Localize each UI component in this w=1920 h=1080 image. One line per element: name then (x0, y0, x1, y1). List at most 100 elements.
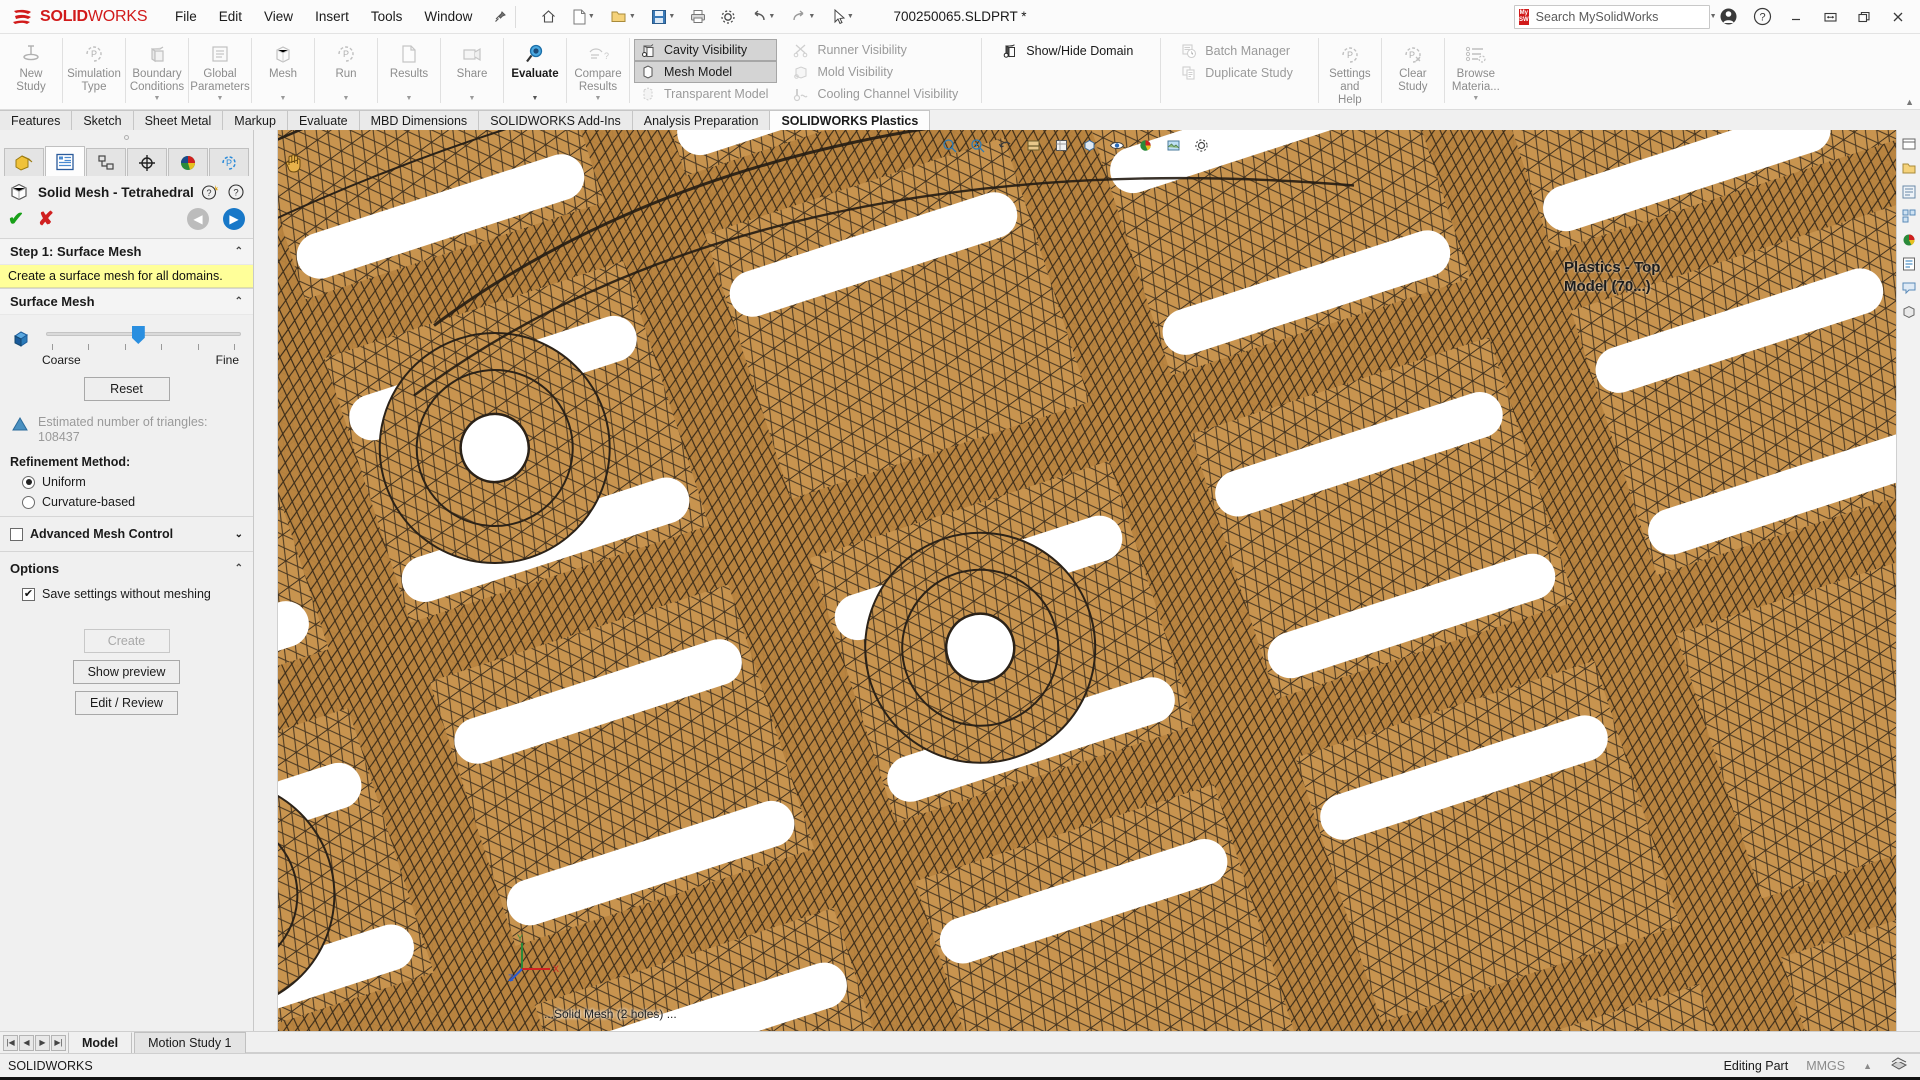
new-document-caret[interactable]: ▼ (588, 13, 595, 20)
feature-manager-tab[interactable] (4, 148, 44, 176)
evaluate-caret-icon[interactable]: ▼ (532, 95, 539, 102)
tab-solidworks-plastics[interactable]: SOLIDWORKS Plastics (769, 110, 931, 130)
radio-uniform[interactable] (22, 475, 35, 489)
edit-review-button[interactable]: Edit / Review (75, 691, 178, 715)
mold-visibility-item[interactable]: Mold Visibility (787, 61, 967, 83)
duplicate-study-item[interactable]: Duplicate Study (1175, 62, 1302, 84)
tab-evaluate[interactable]: Evaluate (286, 110, 360, 130)
cancel-button[interactable]: ✘ (38, 210, 54, 229)
hide-show-items-icon[interactable] (1105, 134, 1129, 156)
cavity-visibility-item[interactable]: Cavity Visibility (634, 38, 778, 61)
refinement-curvature-row[interactable]: Curvature-based (0, 492, 253, 512)
nav-first-button[interactable]: |◀ (3, 1034, 18, 1051)
save-settings-row[interactable]: ✔ Save settings without meshing (0, 581, 253, 607)
global-parameters-caret-icon[interactable]: ▼ (217, 95, 224, 102)
whats-new-help-icon[interactable]: ? (201, 183, 219, 201)
show-hide-domain-item[interactable]: Show/Hide Domain (996, 40, 1142, 62)
panel-resize-handle[interactable] (0, 130, 253, 144)
restore-button[interactable] (1814, 3, 1846, 31)
property-manager-tab[interactable] (45, 146, 85, 176)
file-explorer-icon[interactable] (1899, 182, 1919, 202)
ribbon-share[interactable]: Share ▼ (441, 34, 503, 109)
create-button[interactable]: Create (83, 629, 170, 653)
help-question-icon[interactable]: ? (227, 183, 245, 201)
next-step-button[interactable]: ▶ (223, 208, 245, 230)
print-icon[interactable] (684, 4, 712, 30)
redo-caret[interactable]: ▼ (808, 13, 815, 20)
zoom-to-fit-icon[interactable] (937, 134, 961, 156)
select-arrow-icon[interactable]: ▼ (824, 4, 862, 30)
view-settings-icon[interactable] (1189, 134, 1213, 156)
section-step-1-chevron-icon[interactable]: ⌃ (235, 246, 243, 257)
menu-edit[interactable]: Edit (208, 4, 253, 29)
runner-visibility-item[interactable]: Runner Visibility (787, 39, 967, 61)
tab-mbd-dimensions[interactable]: MBD Dimensions (358, 110, 480, 130)
apply-scene-icon[interactable] (1161, 134, 1185, 156)
dimxpert-manager-tab[interactable] (127, 148, 167, 176)
tab-sheet-metal[interactable]: Sheet Metal (132, 110, 224, 130)
open-document-caret[interactable]: ▼ (629, 13, 636, 20)
ribbon-new-study[interactable]: New Study (0, 34, 62, 109)
menu-tools[interactable]: Tools (360, 4, 414, 29)
section-options[interactable]: Options ⌃ (0, 556, 253, 581)
graphics-viewport[interactable]: ▶ Plastics - Top Model (70...) (254, 130, 1896, 1031)
mesh-caret-icon[interactable]: ▼ (280, 95, 287, 102)
select-caret[interactable]: ▼ (847, 13, 854, 20)
ribbon-boundary-conditions[interactable]: Boundary Conditions ▼ (126, 34, 188, 109)
save-caret[interactable]: ▼ (668, 13, 675, 20)
advanced-mesh-control-chevron-icon[interactable]: ⌄ (235, 529, 243, 540)
undo-icon[interactable]: ▼ (744, 4, 782, 30)
previous-step-button[interactable]: ◀ (187, 208, 209, 230)
ribbon-global-parameters[interactable]: Global Parameters ▼ (189, 34, 251, 109)
previous-view-icon[interactable] (993, 134, 1017, 156)
nav-last-button[interactable]: ▶| (51, 1034, 66, 1051)
browse-material-caret-icon[interactable]: ▼ (1472, 95, 1479, 102)
search-box[interactable]: My SW ▼ (1514, 4, 1717, 29)
ribbon-mesh[interactable]: Mesh ▼ (252, 34, 314, 109)
custom-properties-icon[interactable] (1899, 254, 1919, 274)
close-button[interactable] (1882, 3, 1914, 31)
ribbon-clear-study[interactable]: P Clear Study (1382, 34, 1444, 109)
plastics-manager-tab[interactable]: P (209, 148, 249, 176)
ribbon-run[interactable]: P Run ▼ (315, 34, 377, 109)
design-library-icon[interactable] (1899, 158, 1919, 178)
section-surface-mesh[interactable]: Surface Mesh ⌃ (0, 288, 253, 315)
view-orientation-icon[interactable] (1049, 134, 1073, 156)
menu-view[interactable]: View (253, 4, 304, 29)
slider-thumb[interactable] (131, 326, 145, 344)
confirm-ok-button[interactable]: ✔ (8, 210, 24, 229)
redo-icon[interactable]: ▼ (784, 4, 822, 30)
minimize-button[interactable] (1780, 3, 1812, 31)
user-account-icon[interactable] (1712, 3, 1744, 31)
results-caret-icon[interactable]: ▼ (406, 95, 413, 102)
ribbon-settings-and-help[interactable]: P Settings and Help (1319, 34, 1381, 109)
pan-hand-icon[interactable] (282, 152, 304, 179)
radio-curvature-based[interactable] (22, 495, 35, 509)
checkbox-save-settings[interactable]: ✔ (22, 587, 35, 601)
maximize-button[interactable] (1848, 3, 1880, 31)
ribbon-results[interactable]: Results ▼ (378, 34, 440, 109)
status-units-caret-icon[interactable]: ▲ (1863, 1061, 1872, 1071)
view-palette-icon[interactable] (1899, 206, 1919, 226)
ribbon-collapse-icon[interactable]: ▲ (1905, 97, 1914, 107)
display-style-icon[interactable] (1077, 134, 1101, 156)
configuration-manager-tab[interactable] (86, 148, 126, 176)
status-overlay-icon[interactable] (1890, 1056, 1908, 1075)
reset-button[interactable]: Reset (83, 377, 170, 401)
tab-markup[interactable]: Markup (222, 110, 288, 130)
tab-features[interactable]: Features (0, 110, 73, 130)
section-options-chevron-icon[interactable]: ⌃ (235, 563, 243, 574)
mesh-model-item[interactable]: Mesh Model (634, 60, 778, 83)
tab-analysis-preparation[interactable]: Analysis Preparation (631, 110, 771, 130)
plastics-advisor-icon[interactable] (1899, 302, 1919, 322)
edit-appearance-icon[interactable] (1133, 134, 1157, 156)
solidworks-resources-icon[interactable] (1899, 134, 1919, 154)
mesh-density-slider[interactable] (46, 325, 241, 351)
help-icon[interactable]: ? (1746, 3, 1778, 31)
zoom-area-icon[interactable] (965, 134, 989, 156)
ribbon-simulation-type[interactable]: P Simulation Type (63, 34, 125, 109)
refinement-uniform-row[interactable]: Uniform (0, 472, 253, 492)
menu-file[interactable]: File (164, 4, 208, 29)
appearances-scenes-icon[interactable] (1899, 230, 1919, 250)
nav-next-button[interactable]: ▶ (35, 1034, 50, 1051)
